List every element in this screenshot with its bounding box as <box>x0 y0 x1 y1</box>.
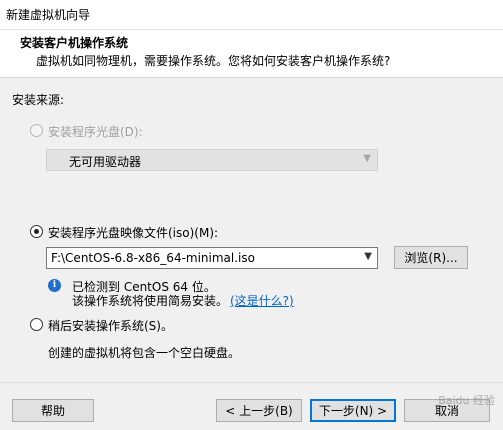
help-button[interactable]: 帮助 <box>12 399 94 422</box>
page-subtitle: 虚拟机如同物理机，需要操作系统。您将如何安装客户机操作系统? <box>36 54 391 68</box>
radio-disc-label: 安装程序光盘(D): <box>48 125 143 139</box>
install-source-label: 安装来源: <box>12 93 65 107</box>
radio-iso[interactable] <box>30 225 43 238</box>
easy-install-text: 该操作系统将使用简易安装。 <box>72 294 229 308</box>
what-is-this-link[interactable]: (这是什么?) <box>230 292 294 309</box>
wizard-content: 安装来源: 安装程序光盘(D): 无可用驱动器 ▼ 安装程序光盘映像文件(iso… <box>0 79 503 382</box>
next-button[interactable]: 下一步(N) > <box>310 399 396 422</box>
title-bar: 新建虚拟机向导 <box>0 0 503 30</box>
iso-path-value: F:\CentOS-6.8-x86_64-minimal.iso <box>51 251 255 265</box>
page-title: 安装客户机操作系统 <box>20 36 129 50</box>
chevron-down-icon: ▼ <box>363 153 371 164</box>
drive-select-value: 无可用驱动器 <box>69 155 142 169</box>
cancel-button[interactable]: 取消 <box>404 399 490 422</box>
chevron-down-icon[interactable]: ▼ <box>364 251 372 262</box>
drive-select[interactable]: 无可用驱动器 ▼ <box>46 149 378 171</box>
iso-path-combo[interactable]: F:\CentOS-6.8-x86_64-minimal.iso ▼ <box>46 247 378 269</box>
wizard-footer: 帮助 < 上一步(B) 下一步(N) > 取消 <box>0 382 503 430</box>
radio-disc[interactable] <box>30 124 43 137</box>
window-title: 新建虚拟机向导 <box>6 8 91 22</box>
later-description: 创建的虚拟机将包含一个空白硬盘。 <box>48 346 241 360</box>
radio-later[interactable] <box>30 318 43 331</box>
wizard-header: 安装客户机操作系统 虚拟机如同物理机，需要操作系统。您将如何安装客户机操作系统? <box>0 30 503 78</box>
radio-later-label: 稍后安装操作系统(S)。 <box>48 319 173 333</box>
info-icon: i <box>48 279 61 292</box>
browse-button[interactable]: 浏览(R)... <box>394 246 468 269</box>
back-button[interactable]: < 上一步(B) <box>216 399 302 422</box>
radio-iso-label: 安装程序光盘映像文件(iso)(M): <box>48 226 219 240</box>
